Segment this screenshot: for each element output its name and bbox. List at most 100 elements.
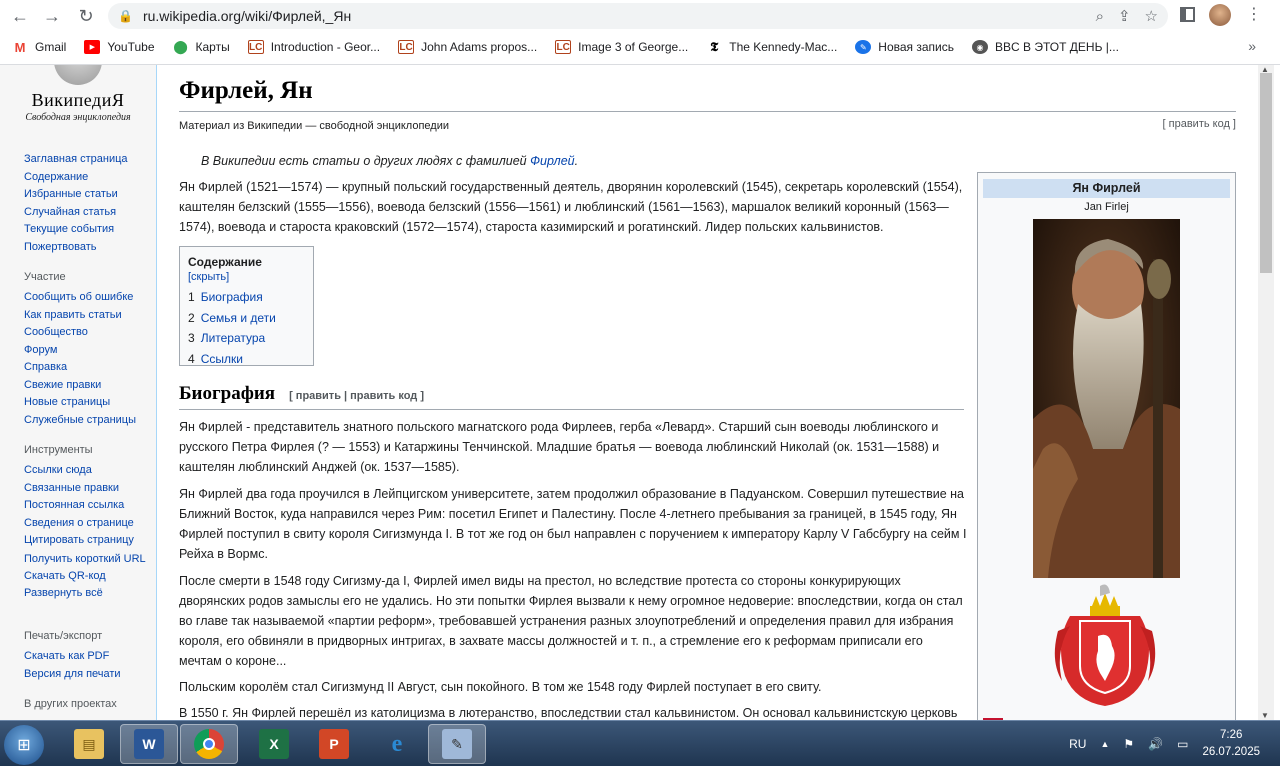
paragraph: После смерти в 1548 году Сигизму-да I, Ф… xyxy=(179,574,963,668)
lock-icon: 🔒 xyxy=(118,9,133,23)
edit-code-link[interactable]: [ править код ] xyxy=(1163,118,1236,130)
clock[interactable]: 7:26 26.07.2025 xyxy=(1202,727,1260,761)
menu-icon[interactable]: ⋮ xyxy=(1246,4,1262,24)
chrome-icon xyxy=(194,729,224,759)
sidebar-item-random[interactable]: Случайная статья xyxy=(24,204,149,222)
infobox-title: Ян Фирлей xyxy=(983,179,1230,198)
bookmark-loc-2[interactable]: LC John Adams propos... xyxy=(398,40,537,54)
sidebar-item-short-url[interactable]: Получить короткий URL xyxy=(24,553,149,565)
toc-item[interactable]: 3 Литература xyxy=(188,332,305,345)
bookmark-loc-1[interactable]: LC Introduction - Geor... xyxy=(247,40,380,54)
loc-icon: LC xyxy=(398,40,415,54)
taskbar-word[interactable]: W xyxy=(120,724,178,764)
sidebar-item-featured[interactable]: Избранные статьи xyxy=(24,186,149,204)
sidebar-tools: Инструменты Ссылки сюда Связанные правки… xyxy=(24,444,149,603)
back-icon[interactable]: ← xyxy=(6,2,34,30)
sidebar-heading: В других проектах xyxy=(24,698,117,710)
sidebar-item-permanent-link[interactable]: Постоянная ссылка xyxy=(24,497,149,515)
youtube-icon: ▶ xyxy=(84,40,101,54)
bookmark-new-post[interactable]: ✎ Новая запись xyxy=(855,40,954,54)
infobox-subtitle: Jan Firlej xyxy=(1084,201,1129,213)
start-button[interactable]: ⊞ xyxy=(4,725,44,765)
zoom-icon[interactable]: ⌕ xyxy=(1096,8,1104,25)
avatar[interactable] xyxy=(1209,4,1231,26)
sidebar-item-cite[interactable]: Цитировать страницу xyxy=(24,532,149,550)
paint-icon: ✎ xyxy=(442,729,472,759)
taskbar-paint[interactable]: ✎ xyxy=(428,724,486,764)
blog-icon: ✎ xyxy=(855,40,872,54)
toc-item[interactable]: 2 Семья и дети xyxy=(188,311,305,325)
tray-expand-icon[interactable]: ▲ xyxy=(1100,739,1109,749)
vertical-scrollbar[interactable]: ▲ ▼ xyxy=(1258,65,1274,720)
word-icon: W xyxy=(134,729,164,759)
toc-item[interactable]: 1 Биография xyxy=(188,291,305,304)
sidebar-item-contents[interactable]: Содержание xyxy=(24,169,149,187)
sidepanel-icon[interactable] xyxy=(1180,7,1195,22)
action-center-icon[interactable]: ⚑ xyxy=(1123,737,1134,751)
sidebar-item-related-changes[interactable]: Связанные правки xyxy=(24,480,149,498)
taskbar: ⊞ ▤ W X P e ✎ RU ▲ ⚑ 🔊 ▭ 7:26 26.07.2025 xyxy=(0,720,1280,766)
gmail-icon: M xyxy=(14,39,26,55)
network-icon[interactable]: ▭ xyxy=(1177,737,1188,751)
sidebar-item-how-to-edit[interactable]: Как править статьи xyxy=(24,307,149,325)
paragraph: Ян Фирлей два года проучился в Лейпцигск… xyxy=(179,487,967,561)
sidebar-item-donate[interactable]: Пожертвовать xyxy=(24,239,149,257)
sidebar-item-download-pdf[interactable]: Скачать как PDF xyxy=(24,648,149,666)
toc-title: Содержание [скрыть] xyxy=(188,255,262,283)
star-icon[interactable]: ☆ xyxy=(1145,7,1158,25)
hatnote-link[interactable]: Фирлей xyxy=(530,154,575,168)
sidebar-participation: Участие Сообщить об ошибке Как править с… xyxy=(24,271,149,429)
taskbar-chrome[interactable] xyxy=(180,724,238,764)
toc-item[interactable]: 4 Ссылки xyxy=(188,352,305,366)
bookmark-loc-3[interactable]: LC Image 3 of George... xyxy=(555,40,688,54)
bookmarks-bar: M Gmail ▶ YouTube ⬤ Карты LC Introduction - … xyxy=(0,34,1280,60)
article-content: Фирлей, Ян Материал из Википедии — свобо… xyxy=(156,65,1258,720)
sidebar-item-help[interactable]: Справка xyxy=(24,359,149,377)
hatnote: В Википедии есть статьи о других людях с… xyxy=(201,154,579,168)
url-text[interactable]: ru.wikipedia.org/wiki/Фирлей,_Ян xyxy=(143,8,351,24)
sidebar-item-qr-code[interactable]: Скачать QR-код xyxy=(24,568,149,586)
forward-icon[interactable]: → xyxy=(38,2,66,30)
coat-of-arms-image[interactable] xyxy=(1050,581,1160,711)
reload-icon[interactable]: ↻ xyxy=(72,2,100,30)
toc-hide-link[interactable]: [скрыть] xyxy=(188,271,229,283)
section-heading-biography: Биография[ править | править код ] xyxy=(179,383,424,404)
sidebar-item-main-page[interactable]: Заглавная страница xyxy=(24,151,149,169)
more-bookmarks-icon[interactable]: » xyxy=(1248,38,1256,54)
scrollbar-thumb[interactable] xyxy=(1260,73,1272,273)
loc-icon: LC xyxy=(247,40,264,54)
bookmark-bbc[interactable]: ◉ BBC В ЭТОТ ДЕНЬ |... xyxy=(972,40,1119,54)
taskbar-excel[interactable]: X xyxy=(245,724,303,764)
bookmark-maps[interactable]: ⬤ Карты xyxy=(173,39,229,54)
sidebar-item-page-info[interactable]: Сведения о странице xyxy=(24,515,149,533)
taskbar-powerpoint[interactable]: P xyxy=(305,724,363,764)
sidebar-item-special-pages[interactable]: Служебные страницы xyxy=(24,412,149,430)
share-icon[interactable]: ⇪ xyxy=(1118,7,1131,25)
page-title: Фирлей, Ян xyxy=(179,77,313,104)
scroll-down-icon[interactable]: ▼ xyxy=(1261,711,1269,720)
sidebar-item-report-error[interactable]: Сообщить об ошибке xyxy=(24,289,149,307)
sidebar-item-what-links-here[interactable]: Ссылки сюда xyxy=(24,462,149,480)
wikipedia-logo[interactable]: ВикипедиЯ Свободная энциклопедия xyxy=(18,65,138,125)
sidebar: ВикипедиЯ Свободная энциклопедия Заглавн… xyxy=(0,65,156,720)
taskbar-ie[interactable]: e xyxy=(368,724,426,764)
section-edit-links[interactable]: [ править | править код ] xyxy=(289,390,424,402)
bookmark-gmail[interactable]: M Gmail xyxy=(12,39,67,55)
sidebar-item-recent-changes[interactable]: Свежие правки xyxy=(24,377,149,395)
sidebar-item-printable[interactable]: Версия для печати xyxy=(24,666,149,684)
sidebar-item-new-pages[interactable]: Новые страницы xyxy=(24,394,149,412)
bookmark-nyt[interactable]: 𝕿 The Kennedy-Mac... xyxy=(706,39,837,54)
address-bar[interactable]: 🔒 ru.wikipedia.org/wiki/Фирлей,_Ян ⌕ ⇪ ☆ xyxy=(108,3,1168,29)
bookmark-youtube[interactable]: ▶ YouTube xyxy=(84,40,155,54)
powerpoint-icon: P xyxy=(319,729,349,759)
sidebar-item-forum[interactable]: Форум xyxy=(24,342,149,360)
sidebar-item-expand-all[interactable]: Развернуть всё xyxy=(24,585,149,603)
sidebar-item-current-events[interactable]: Текущие события xyxy=(24,221,149,239)
taskbar-explorer[interactable]: ▤ xyxy=(60,724,118,764)
portrait-image[interactable] xyxy=(1033,219,1180,578)
sidebar-other-projects: В других проектах xyxy=(24,698,149,716)
language-indicator[interactable]: RU xyxy=(1069,737,1086,751)
loc-icon: LC xyxy=(555,40,572,54)
sidebar-item-community[interactable]: Сообщество xyxy=(24,324,149,342)
volume-icon[interactable]: 🔊 xyxy=(1148,737,1163,751)
